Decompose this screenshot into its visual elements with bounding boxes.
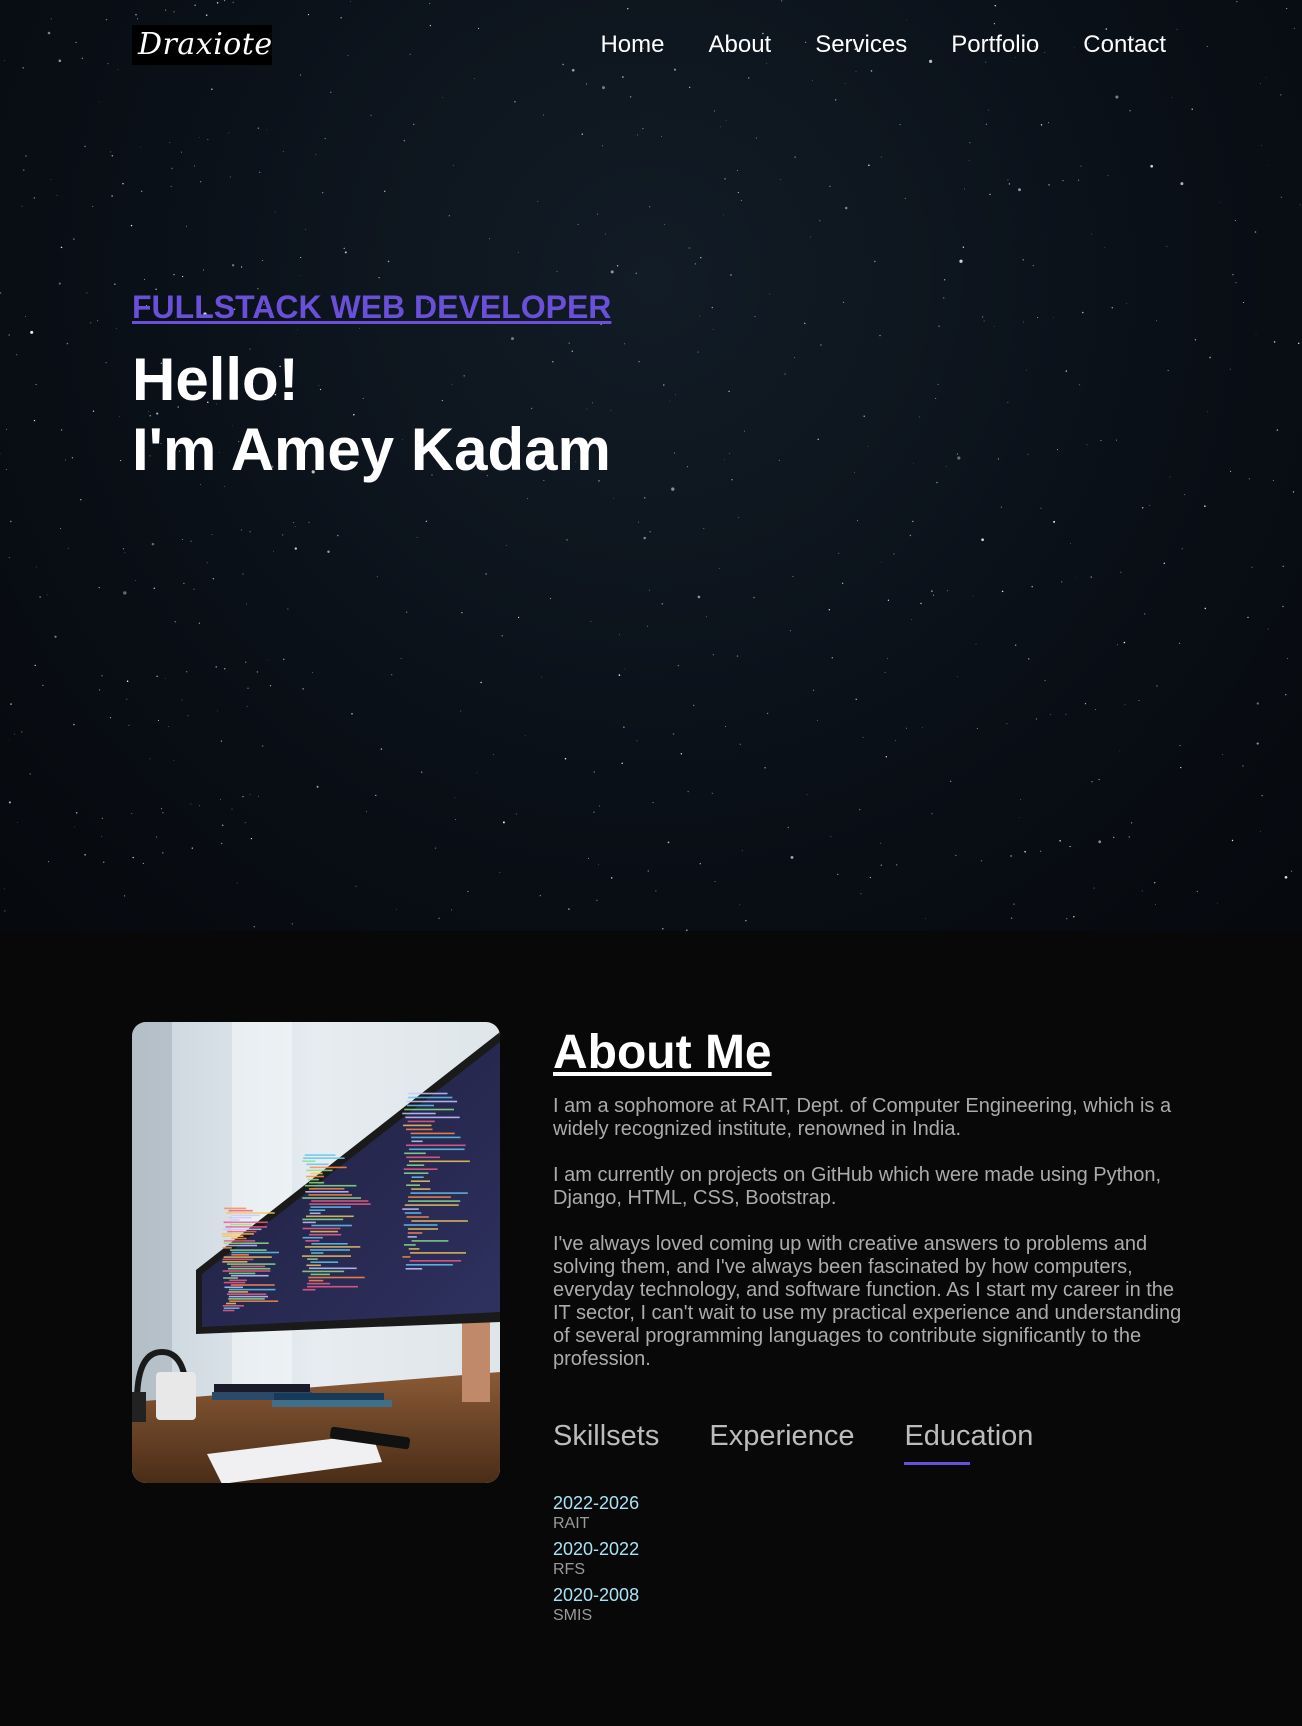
- about-heading: About Me: [553, 1026, 772, 1079]
- hero-name: I'm Amey Kadam: [132, 416, 611, 483]
- nav-link-home[interactable]: Home: [600, 28, 664, 62]
- nav-link-services[interactable]: Services: [815, 28, 907, 62]
- about-section: About Me I am a sophomore at RAIT, Dept.…: [0, 931, 1302, 1726]
- about-tabs: Skillsets Experience Education: [553, 1419, 1193, 1465]
- list-item: 2022-2026 RAIT: [553, 1493, 1193, 1533]
- hero-title: Hello! I'm Amey Kadam: [132, 345, 611, 485]
- brand-logo[interactable]: Draxiote: [132, 25, 272, 65]
- about-paragraph-1: I am a sophomore at RAIT, Dept. of Compu…: [553, 1095, 1172, 1140]
- about-paragraph-3: I've always loved coming up with creativ…: [553, 1233, 1182, 1370]
- nav-link-contact[interactable]: Contact: [1083, 28, 1166, 62]
- education-school: RAIT: [553, 1515, 590, 1532]
- hero-section: Draxiote Home About Services Portfolio C…: [0, 0, 1302, 931]
- navbar: Draxiote Home About Services Portfolio C…: [0, 0, 1302, 90]
- education-school: RFS: [553, 1561, 585, 1578]
- education-years: 2020-2022: [553, 1539, 640, 1559]
- workspace-illustration: [132, 1022, 500, 1483]
- tab-experience[interactable]: Experience: [709, 1419, 854, 1453]
- education-list: 2022-2026 RAIT 2020-2022 RFS 2020-2008 S…: [553, 1493, 1193, 1625]
- workspace-monitor-image: [132, 1022, 500, 1483]
- education-years: 2020-2008: [553, 1585, 640, 1605]
- education-school: SMIS: [553, 1607, 593, 1624]
- nav-links: Home About Services Portfolio Contact: [600, 28, 1166, 62]
- hero-greeting: Hello!: [132, 346, 299, 413]
- nav-link-about[interactable]: About: [708, 28, 771, 62]
- nav-link-portfolio[interactable]: Portfolio: [951, 28, 1039, 62]
- about-content: About Me I am a sophomore at RAIT, Dept.…: [553, 1023, 1193, 1631]
- list-item: 2020-2008 SMIS: [553, 1585, 1193, 1625]
- tab-education[interactable]: Education: [904, 1419, 1033, 1465]
- about-paragraph-2: I am currently on projects on GitHub whi…: [553, 1164, 1162, 1209]
- education-years: 2022-2026: [553, 1493, 640, 1513]
- list-item: 2020-2022 RFS: [553, 1539, 1193, 1579]
- tab-skillsets[interactable]: Skillsets: [553, 1419, 659, 1453]
- hero-subtitle: FULLSTACK WEB DEVELOPER: [132, 289, 612, 325]
